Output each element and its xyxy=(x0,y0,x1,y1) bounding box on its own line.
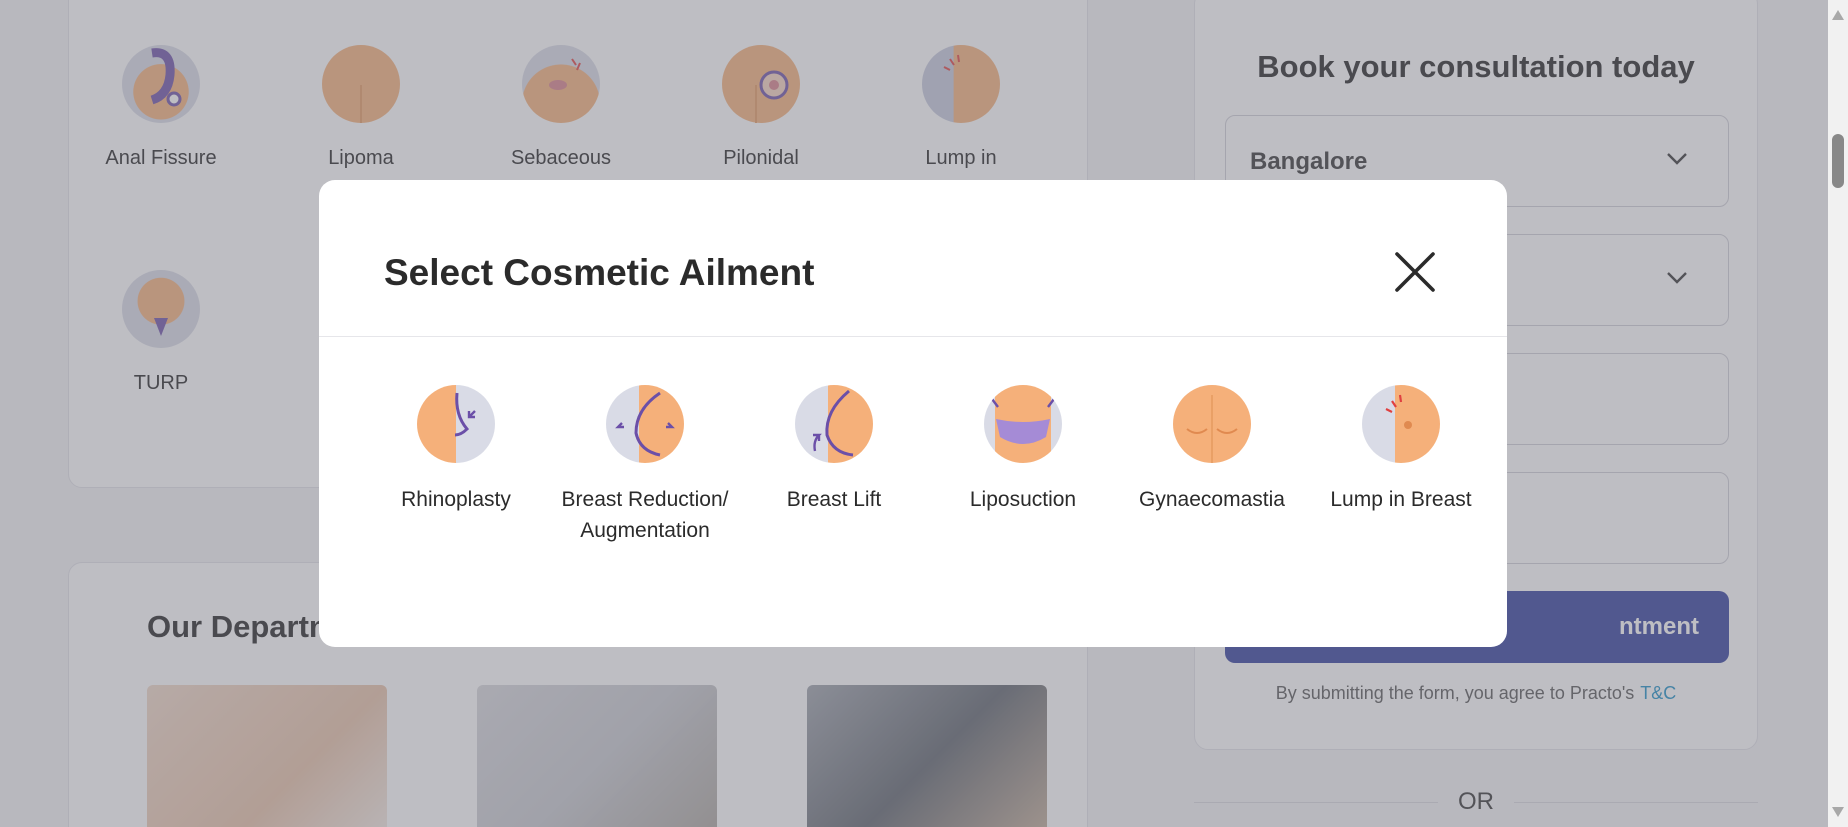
ailment-option-gynaecomastia[interactable]: Gynaecomastia xyxy=(1127,385,1297,515)
ailment-option-label: Gynaecomastia xyxy=(1139,488,1285,511)
scroll-down-arrow-icon[interactable] xyxy=(1832,807,1844,817)
ailment-option-label: Liposuction xyxy=(969,488,1077,511)
breast-reduction-icon xyxy=(606,385,684,463)
ailment-option-lump-in-breast[interactable]: Lump in Breast xyxy=(1316,385,1486,515)
scrollbar-thumb[interactable] xyxy=(1832,134,1844,188)
select-ailment-modal: Select Cosmetic Ailment Rhinoplasty Brea… xyxy=(319,180,1507,647)
scroll-up-arrow-icon[interactable] xyxy=(1832,10,1844,20)
ailment-option-liposuction[interactable]: Liposuction xyxy=(938,385,1108,515)
ailment-option-breast-lift[interactable]: Breast Lift xyxy=(749,385,919,515)
ailment-option-breast-reduction[interactable]: Breast Reduction/ Augmentation xyxy=(560,385,730,546)
liposuction-icon xyxy=(984,385,1062,463)
gynaecomastia-icon xyxy=(1173,385,1251,463)
close-icon[interactable] xyxy=(1391,248,1439,296)
lump-in-breast-icon xyxy=(1362,385,1440,463)
modal-title: Select Cosmetic Ailment xyxy=(384,252,815,293)
scrollbar[interactable] xyxy=(1828,0,1848,827)
ailment-option-rhinoplasty[interactable]: Rhinoplasty xyxy=(371,385,541,515)
ailment-option-label: Lump in Breast xyxy=(1330,488,1472,511)
modal-divider xyxy=(319,336,1507,337)
ailment-option-label: Breast Lift xyxy=(786,488,882,511)
breast-lift-icon xyxy=(795,385,873,463)
ailment-option-label: Rhinoplasty xyxy=(401,488,511,511)
rhinoplasty-icon xyxy=(417,385,495,463)
ailment-option-label: Breast Reduction/ Augmentation xyxy=(561,488,729,542)
